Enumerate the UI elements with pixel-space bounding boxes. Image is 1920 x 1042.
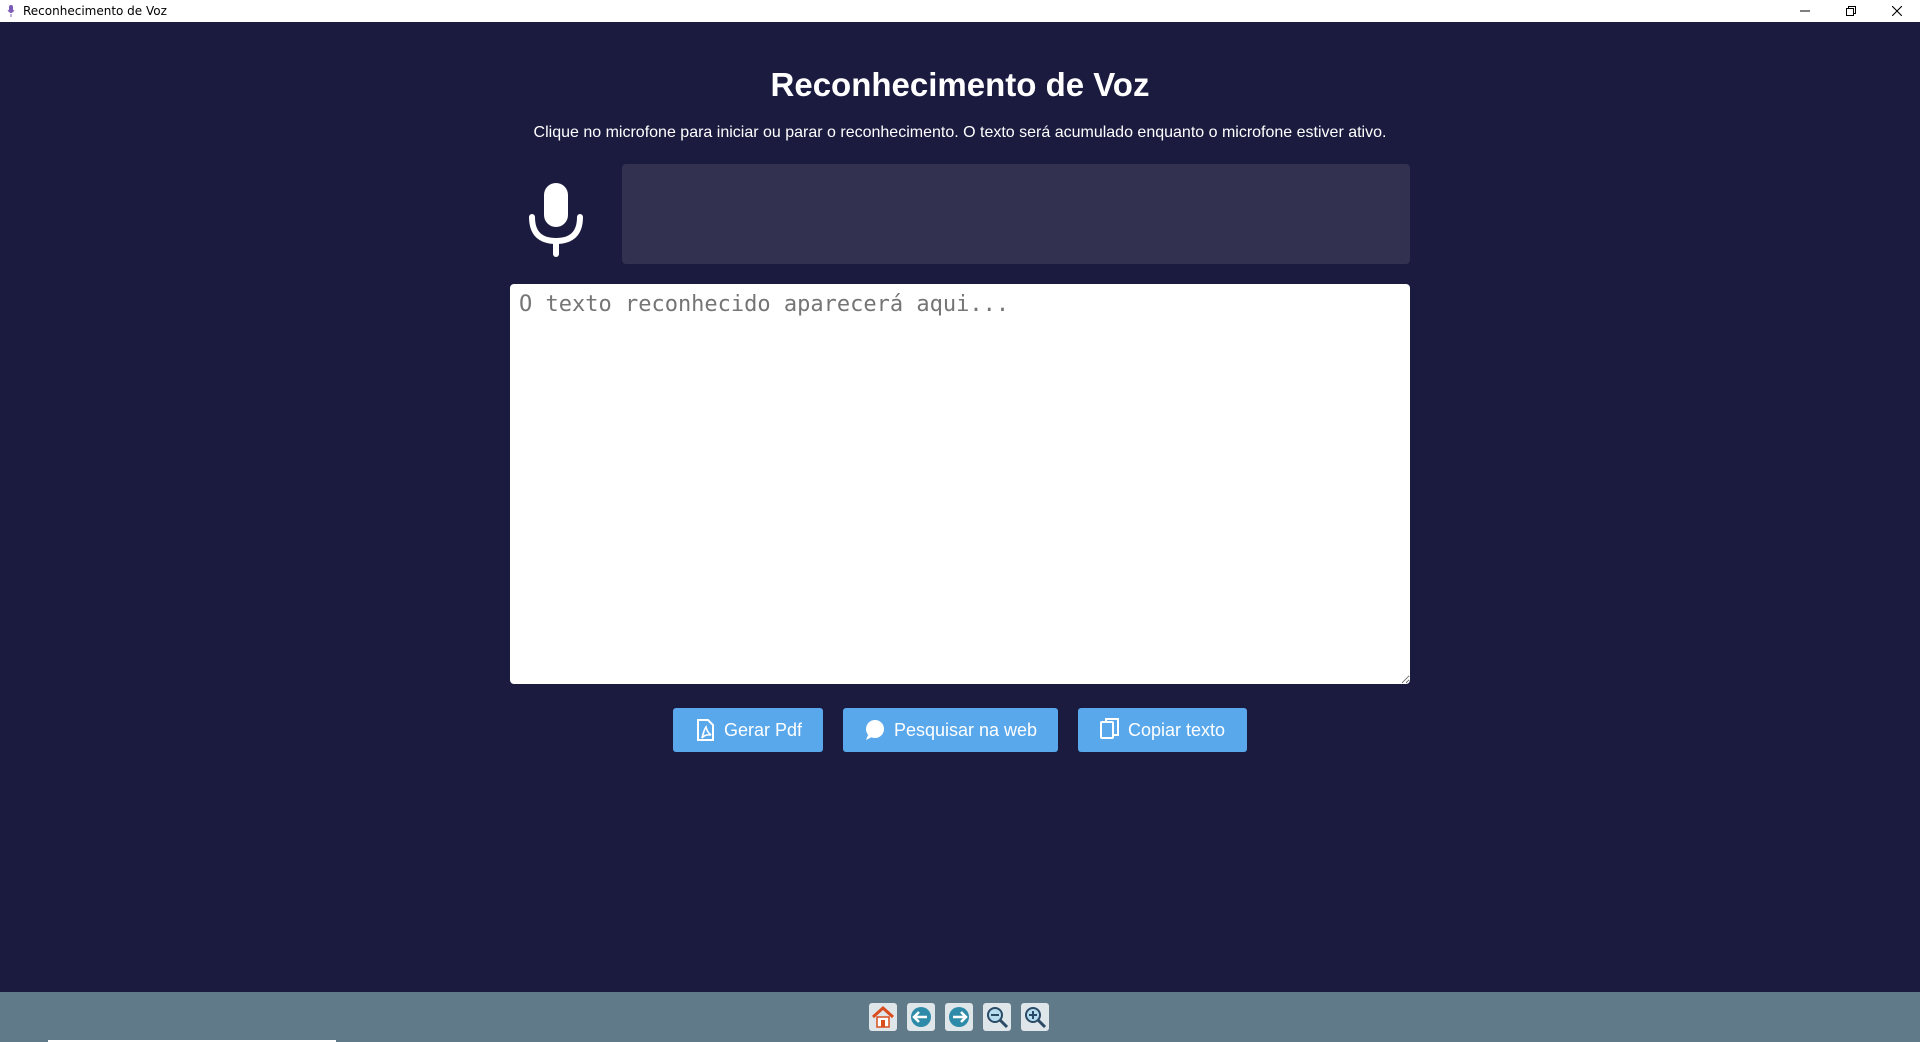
microphone-icon: [529, 183, 583, 257]
copy-text-label: Copiar texto: [1127, 719, 1226, 740]
forward-button[interactable]: [945, 1003, 973, 1031]
generate-pdf-label: Gerar Pdf: [723, 719, 803, 740]
arrow-right-icon: [945, 1003, 973, 1031]
microphone-button[interactable]: [521, 174, 591, 268]
chat-bubble-icon: [864, 719, 886, 741]
zoom-out-button[interactable]: [983, 1003, 1011, 1031]
minimize-button[interactable]: [1782, 0, 1828, 22]
zoom-in-icon: [1021, 1003, 1049, 1031]
zoom-out-icon: [983, 1003, 1011, 1031]
home-button[interactable]: [869, 1003, 897, 1031]
zoom-in-button[interactable]: [1021, 1003, 1049, 1031]
app-icon: [6, 4, 16, 18]
search-web-label: Pesquisar na web: [893, 719, 1038, 740]
search-web-button[interactable]: Pesquisar na web: [843, 708, 1058, 752]
main-content: Reconhecimento de Voz Clique no microfon…: [0, 22, 1920, 992]
close-button[interactable]: [1874, 0, 1920, 22]
window-controls: [1782, 0, 1920, 22]
recognized-text-area[interactable]: [510, 284, 1410, 684]
window-title: Reconhecimento de Voz: [23, 4, 167, 18]
minimize-icon: [1800, 10, 1810, 12]
copy-text-button[interactable]: Copiar texto: [1078, 708, 1247, 752]
back-button[interactable]: [907, 1003, 935, 1031]
recognition-status-box: [622, 164, 1410, 264]
home-icon: [869, 1003, 897, 1031]
arrow-left-icon: [907, 1003, 935, 1031]
actions-row: Gerar Pdf Pesquisar na web Copiar texto: [0, 708, 1920, 752]
window-titlebar: Reconhecimento de Voz: [0, 0, 1920, 22]
restore-icon: [1846, 6, 1856, 16]
close-icon: [1892, 6, 1902, 16]
instructions-text: Clique no microfone para iniciar ou para…: [533, 124, 1387, 141]
restore-button[interactable]: [1828, 0, 1874, 22]
page-title: Reconhecimento de Voz: [770, 66, 1150, 103]
generate-pdf-button[interactable]: Gerar Pdf: [673, 708, 823, 752]
bottom-toolbar: [0, 992, 1920, 1042]
copy-icon: [1099, 718, 1120, 742]
pdf-icon: [694, 718, 716, 742]
